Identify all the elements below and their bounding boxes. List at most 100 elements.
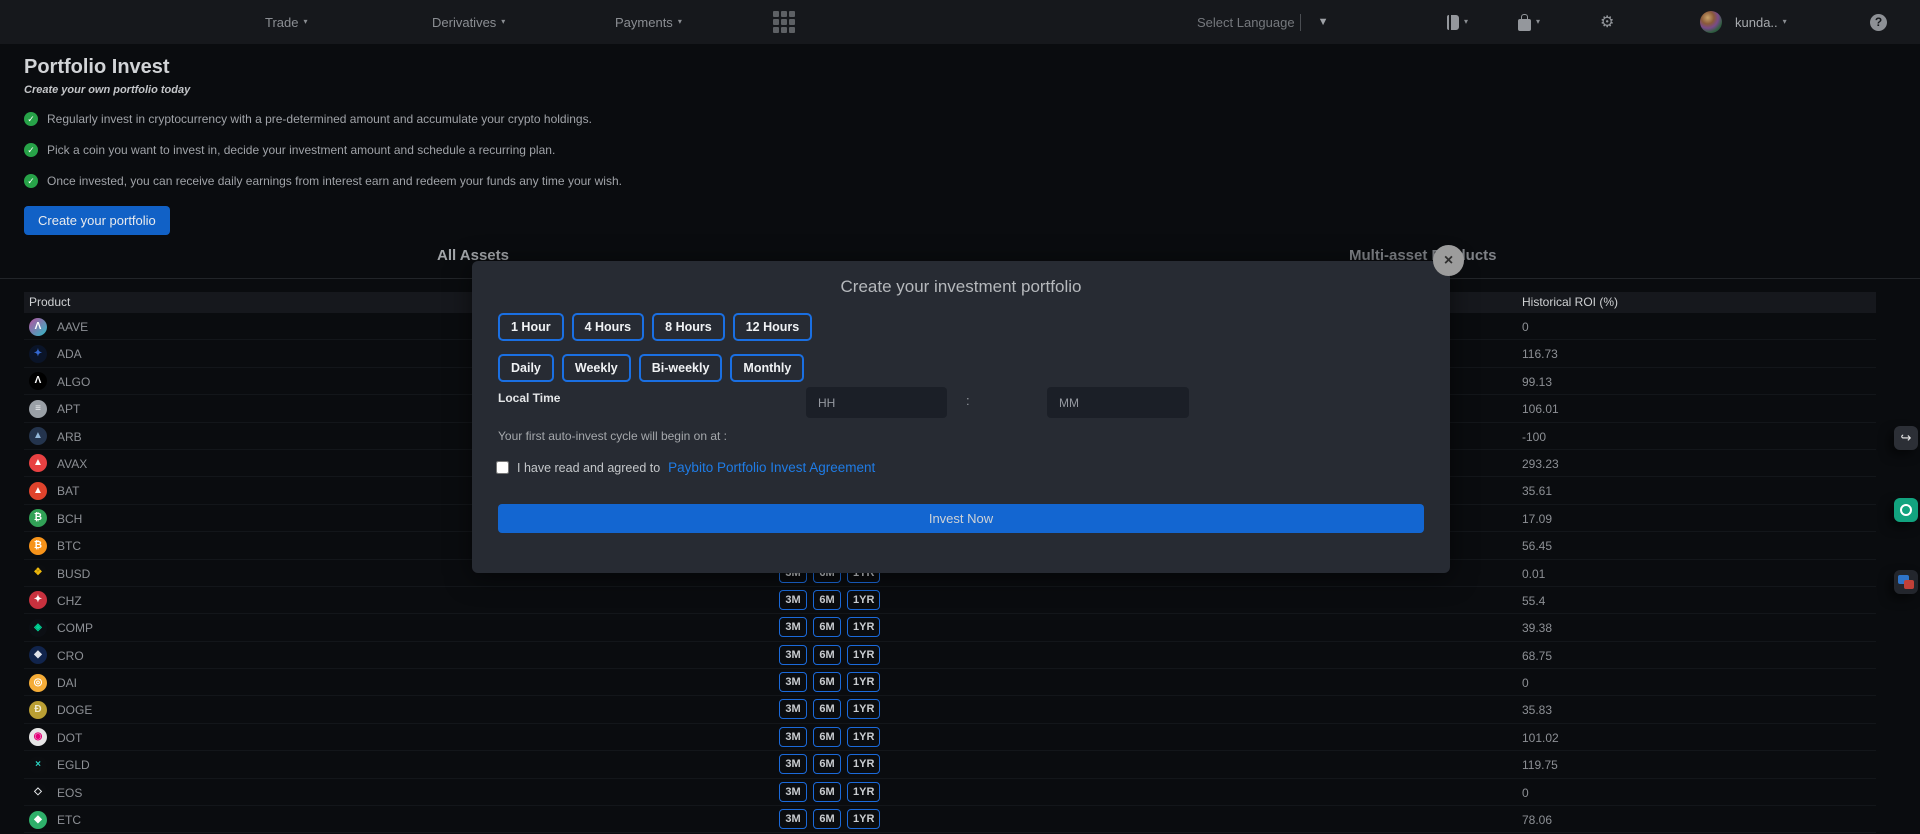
- roi-value: 0: [1522, 786, 1529, 800]
- chatgpt-extension-button[interactable]: [1894, 498, 1918, 522]
- table-row: ◆CRO3M6M1YR68.75: [24, 642, 1876, 669]
- coin-symbol: AAVE: [57, 320, 88, 334]
- table-row: ÐDOGE3M6M1YR35.83: [24, 696, 1876, 723]
- agreement-checkbox[interactable]: [496, 461, 509, 474]
- dai-coin-icon: ◎: [29, 674, 47, 692]
- arb-coin-icon: ▲: [29, 427, 47, 445]
- period-button-1yr[interactable]: 1YR: [847, 699, 880, 719]
- avax-coin-icon: ▲: [29, 454, 47, 472]
- gear-icon: ⚙: [1600, 12, 1614, 32]
- cro-coin-icon: ◆: [29, 646, 47, 664]
- period-button-3m[interactable]: 3M: [779, 672, 807, 692]
- chevron-down-icon: ▾: [1464, 18, 1468, 26]
- create-portfolio-button[interactable]: Create your portfolio: [24, 206, 170, 235]
- period-button-3m[interactable]: 3M: [779, 782, 807, 802]
- coin-symbol: BAT: [57, 484, 79, 498]
- option-8-hours[interactable]: 8 Hours: [652, 313, 725, 341]
- hour-input[interactable]: [806, 387, 947, 418]
- table-row: ◉DOT3M6M1YR101.02: [24, 724, 1876, 751]
- minute-input[interactable]: [1047, 387, 1189, 418]
- chat-widget-button[interactable]: [1894, 570, 1918, 594]
- period-button-6m[interactable]: 6M: [813, 782, 841, 802]
- doge-coin-icon: Ð: [29, 701, 47, 719]
- period-button-3m[interactable]: 3M: [779, 727, 807, 747]
- period-button-6m[interactable]: 6M: [813, 754, 841, 774]
- period-button-3m[interactable]: 3M: [779, 645, 807, 665]
- option-monthly[interactable]: Monthly: [730, 354, 804, 382]
- nav-item-trade[interactable]: Trade ▾: [265, 0, 308, 44]
- option-1-hour[interactable]: 1 Hour: [498, 313, 564, 341]
- period-button-1yr[interactable]: 1YR: [847, 809, 880, 829]
- roi-value: 35.61: [1522, 484, 1552, 498]
- table-row: ◎ DAI 3M 6M 1YR 0: [24, 669, 1876, 696]
- agreement-row: I have read and agreed to Paybito Portfo…: [496, 460, 875, 475]
- invest-now-button[interactable]: Invest Now: [498, 504, 1424, 533]
- bullet-text: Regularly invest in cryptocurrency with …: [47, 112, 592, 126]
- coin-symbol: ARB: [57, 430, 82, 444]
- create-portfolio-modal: Create your investment portfolio × 1 Hou…: [472, 261, 1450, 573]
- period-button-3m[interactable]: 3M: [779, 809, 807, 829]
- period-button-6m[interactable]: 6M: [813, 645, 841, 665]
- nav-item-label: Derivatives: [432, 15, 496, 30]
- chat-bubble-icon: [1904, 580, 1914, 589]
- period-button-6m[interactable]: 6M: [813, 727, 841, 747]
- period-button-3m[interactable]: 3M: [779, 590, 807, 610]
- option-4-hours[interactable]: 4 Hours: [572, 313, 645, 341]
- coin-symbol: DOT: [57, 731, 82, 745]
- period-button-3m[interactable]: 3M: [779, 617, 807, 637]
- share-widget-button[interactable]: ↪: [1894, 426, 1918, 450]
- option-weekly[interactable]: Weekly: [562, 354, 631, 382]
- nav-item-derivatives[interactable]: Derivatives ▾: [432, 0, 505, 44]
- chevron-down-icon: ▾: [1783, 18, 1787, 26]
- roi-value: 78.06: [1522, 813, 1552, 827]
- period-button-group: 3M 6M 1YR: [779, 809, 880, 829]
- language-selector[interactable]: Select Language ▼: [1197, 0, 1328, 44]
- apps-grid-icon[interactable]: [773, 0, 795, 44]
- coin-symbol: ETC: [57, 813, 81, 827]
- period-button-1yr[interactable]: 1YR: [847, 645, 880, 665]
- period-button-6m[interactable]: 6M: [813, 672, 841, 692]
- algo-coin-icon: Λ: [29, 372, 47, 390]
- option-bi-weekly[interactable]: Bi-weekly: [639, 354, 723, 382]
- user-menu[interactable]: kunda.. ▾: [1700, 0, 1787, 44]
- option-12-hours[interactable]: 12 Hours: [733, 313, 813, 341]
- period-button-1yr[interactable]: 1YR: [847, 782, 880, 802]
- top-nav: Trade ▾ Derivatives ▾ Payments ▾ Select …: [0, 0, 1920, 44]
- period-button-6m[interactable]: 6M: [813, 809, 841, 829]
- column-header-product: Product: [29, 295, 70, 309]
- coin-symbol: APT: [57, 402, 80, 416]
- agreement-link[interactable]: Paybito Portfolio Invest Agreement: [668, 460, 875, 475]
- period-button-3m[interactable]: 3M: [779, 699, 807, 719]
- period-button-6m[interactable]: 6M: [813, 590, 841, 610]
- nav-item-label: Payments: [615, 15, 673, 30]
- period-button-1yr[interactable]: 1YR: [847, 590, 880, 610]
- check-icon: ✓: [24, 112, 38, 126]
- roi-value: 0: [1522, 320, 1529, 334]
- period-button-group: 3M 6M 1YR: [779, 782, 880, 802]
- period-button-group: 3M 6M 1YR: [779, 617, 880, 637]
- period-button-group: 3M 6M 1YR: [779, 590, 880, 610]
- coin-symbol: AVAX: [57, 457, 87, 471]
- coin-symbol: DAI: [57, 676, 77, 690]
- orders-menu[interactable]: ▾: [1447, 0, 1468, 44]
- period-button-1yr[interactable]: 1YR: [847, 617, 880, 637]
- option-daily[interactable]: Daily: [498, 354, 554, 382]
- period-button-3m[interactable]: 3M: [779, 754, 807, 774]
- help-button[interactable]: ?: [1870, 0, 1887, 44]
- help-icon: ?: [1870, 14, 1887, 31]
- settings-button[interactable]: ⚙: [1600, 0, 1614, 44]
- period-button-1yr[interactable]: 1YR: [847, 754, 880, 774]
- period-button-1yr[interactable]: 1YR: [847, 672, 880, 692]
- period-button-6m[interactable]: 6M: [813, 699, 841, 719]
- nav-item-label: Trade: [265, 15, 298, 30]
- roi-value: 0: [1522, 676, 1529, 690]
- nav-item-payments[interactable]: Payments ▾: [615, 0, 682, 44]
- page-subtitle: Create your own portfolio today: [24, 84, 190, 96]
- close-icon[interactable]: ×: [1433, 245, 1464, 276]
- wallet-menu[interactable]: ▾: [1518, 0, 1540, 44]
- apt-coin-icon: ≡: [29, 400, 47, 418]
- dot-coin-icon: ◉: [29, 728, 47, 746]
- roi-value: 35.83: [1522, 703, 1552, 717]
- period-button-1yr[interactable]: 1YR: [847, 727, 880, 747]
- period-button-6m[interactable]: 6M: [813, 617, 841, 637]
